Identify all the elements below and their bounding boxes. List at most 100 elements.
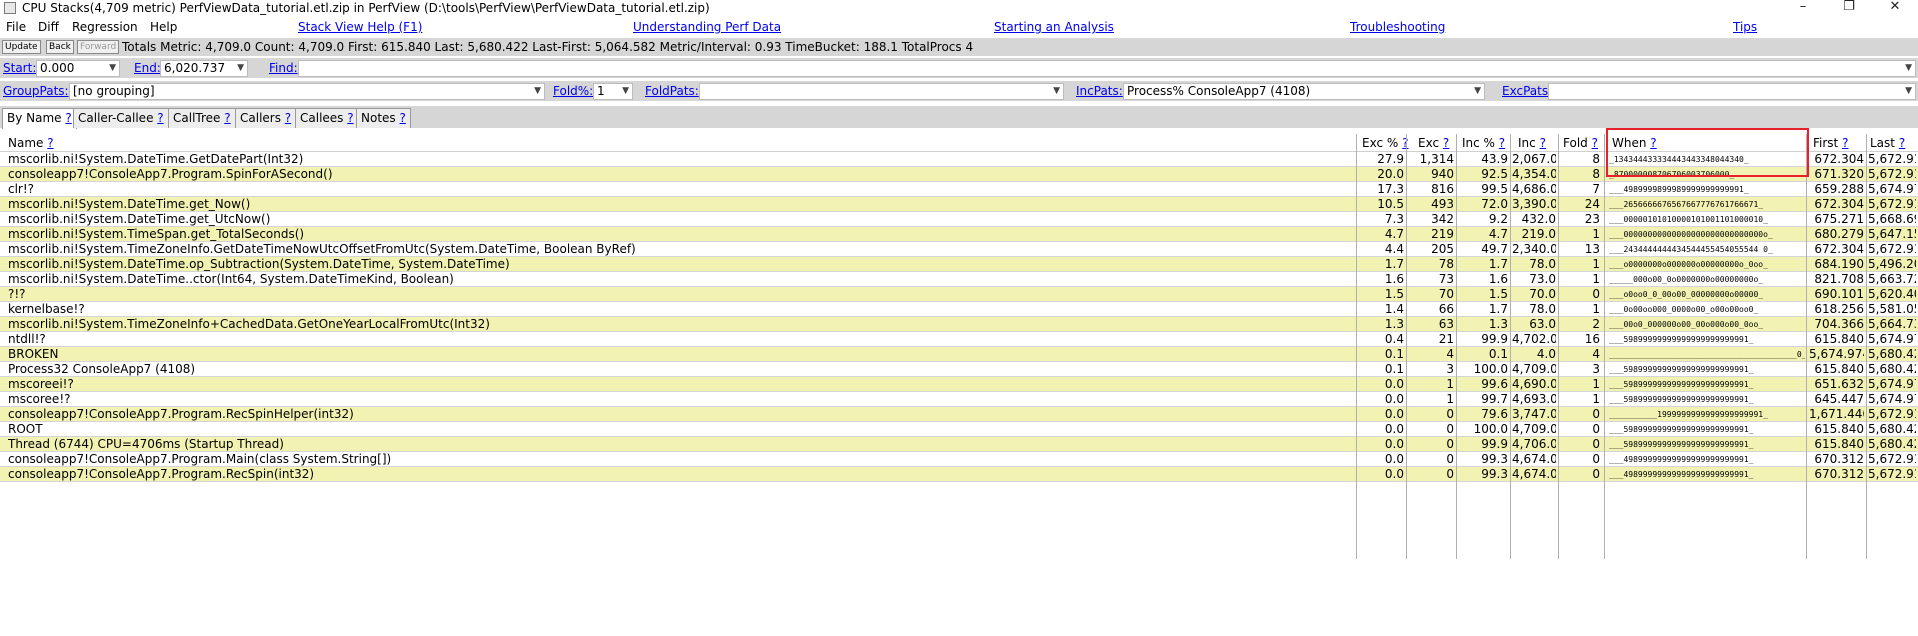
cell-name[interactable]: consoleapp7!ConsoleApp7.Program.SpinForA… (8, 167, 1353, 182)
column-header-exc[interactable]: Exc ? (1418, 136, 1449, 150)
grouppats-label[interactable]: GroupPats: (3, 84, 69, 98)
cell-name[interactable]: consoleapp7!ConsoleApp7.Program.RecSpin(… (8, 467, 1353, 482)
cell-name[interactable]: mscorlib.ni!System.DateTime.get_Now() (8, 197, 1353, 212)
tab-calltree[interactable]: CallTree ? (168, 108, 236, 128)
column-divider[interactable] (1806, 134, 1807, 559)
incpats-label[interactable]: IncPats: (1076, 84, 1123, 98)
table-row[interactable]: consoleapp7!ConsoleApp7.Program.Main(cla… (0, 452, 1918, 467)
table-row[interactable]: mscorlib.ni!System.TimeSpan.get_TotalSec… (0, 227, 1918, 242)
forward-button[interactable]: Forward (77, 40, 120, 54)
chevron-down-icon[interactable]: ▼ (109, 61, 116, 76)
tab-callees[interactable]: Callees ? (295, 108, 359, 128)
chevron-down-icon[interactable]: ▼ (237, 61, 244, 76)
tab-by-name[interactable]: By Name ? (2, 108, 77, 129)
cell-name[interactable]: Thread (6744) CPU=4706ms (Startup Thread… (8, 437, 1353, 452)
incpats-input[interactable]: Process% ConsoleApp7 (4108) ▼ (1123, 83, 1485, 100)
table-row[interactable]: Process32 ConsoleApp7 (4108) 0.1 3 100.0 4,7… (0, 362, 1918, 377)
cell-name[interactable]: Process32 ConsoleApp7 (4108) (8, 362, 1353, 377)
help-icon[interactable]: ? (47, 136, 53, 150)
chevron-down-icon[interactable]: ▼ (1053, 84, 1060, 99)
cell-name[interactable]: mscoreei!? (8, 377, 1353, 392)
cell-name[interactable]: clr!? (8, 182, 1353, 197)
menu-file[interactable]: File (6, 20, 26, 34)
excpats-label[interactable]: ExcPats: (1502, 84, 1552, 98)
table-row[interactable]: mscoreei!? 0.0 1 99.6 4,690.0 1 ___59899999999… (0, 377, 1918, 392)
tab-caller-callee[interactable]: Caller-Callee ? (73, 108, 169, 128)
column-divider[interactable] (1604, 134, 1605, 559)
cell-name[interactable]: mscorlib.ni!System.DateTime.op_Subtracti… (8, 257, 1353, 272)
help-icon[interactable]: ? (157, 111, 163, 125)
cell-name[interactable]: consoleapp7!ConsoleApp7.Program.RecSpinH… (8, 407, 1353, 422)
column-divider[interactable] (1866, 134, 1867, 559)
table-row[interactable]: consoleapp7!ConsoleApp7.Program.RecSpinH… (0, 407, 1918, 422)
tab-callers[interactable]: Callers ? (235, 108, 297, 128)
help-icon[interactable]: ? (1592, 136, 1598, 150)
start-label[interactable]: Start: (3, 61, 36, 75)
cell-name[interactable]: mscorlib.ni!System.DateTime.GetDatePart(… (8, 152, 1353, 167)
understanding-perf-data-link[interactable]: Understanding Perf Data (633, 20, 781, 34)
menu-diff[interactable]: Diff (38, 20, 59, 34)
menu-help[interactable]: Help (150, 20, 177, 34)
foldpats-label[interactable]: FoldPats: (645, 84, 699, 98)
column-header-name[interactable]: Name ? (8, 136, 54, 150)
help-icon[interactable]: ? (1443, 136, 1449, 150)
chevron-down-icon[interactable]: ▼ (1905, 84, 1912, 99)
update-button[interactable]: Update (2, 40, 41, 54)
end-label[interactable]: End: (134, 61, 161, 75)
cell-name[interactable]: mscorlib.ni!System.DateTime.get_UtcNow() (8, 212, 1353, 227)
fold-label[interactable]: Fold%: (553, 84, 593, 98)
fold-input[interactable]: 1 ▼ (593, 83, 633, 100)
cell-name[interactable]: mscorlib.ni!System.TimeSpan.get_TotalSec… (8, 227, 1353, 242)
troubleshooting-link[interactable]: Troubleshooting (1350, 20, 1445, 34)
back-button[interactable]: Back (46, 40, 74, 54)
column-header-last[interactable]: Last ? (1870, 136, 1905, 150)
column-header-inc[interactable]: Inc ? (1518, 136, 1546, 150)
column-header-fold[interactable]: Fold ? (1563, 136, 1598, 150)
menu-regression[interactable]: Regression (72, 20, 138, 34)
help-icon[interactable]: ? (1499, 136, 1505, 150)
cell-name[interactable]: BROKEN (8, 347, 1353, 362)
cell-name[interactable]: mscorlib.ni!System.TimeZoneInfo.GetDateT… (8, 242, 1353, 257)
table-row[interactable]: mscorlib.ni!System.TimeZoneInfo+CachedDa… (0, 317, 1918, 332)
find-input[interactable]: ▼ (298, 60, 1916, 77)
column-divider[interactable] (1558, 134, 1559, 559)
cell-name[interactable]: ROOT (8, 422, 1353, 437)
cell-name[interactable]: consoleapp7!ConsoleApp7.Program.Main(cla… (8, 452, 1353, 467)
column-divider[interactable] (1510, 134, 1511, 559)
table-row[interactable]: kernelbase!? 1.4 66 1.7 78.0 1 ___0o00oo000_00… (0, 302, 1918, 317)
table-row[interactable]: ntdll!? 0.4 21 99.9 4,702.0 16 ___598999999999… (0, 332, 1918, 347)
cell-name[interactable]: kernelbase!? (8, 302, 1353, 317)
table-row[interactable]: mscorlib.ni!System.DateTime.op_Subtracti… (0, 257, 1918, 272)
table-row[interactable]: consoleapp7!ConsoleApp7.Program.RecSpin(… (0, 467, 1918, 482)
chevron-down-icon[interactable]: ▼ (1474, 84, 1481, 99)
table-row[interactable]: mscorlib.ni!System.DateTime.get_UtcNow()… (0, 212, 1918, 227)
close-icon[interactable]: ✕ (1872, 0, 1918, 16)
help-icon[interactable]: ? (285, 111, 291, 125)
tips-link[interactable]: Tips (1733, 20, 1757, 34)
starting-analysis-link[interactable]: Starting an Analysis (994, 20, 1114, 34)
help-icon[interactable]: ? (1842, 136, 1848, 150)
column-header-exc-pct[interactable]: Exc % ? (1362, 136, 1409, 150)
stack-view-help-link[interactable]: Stack View Help (F1) (298, 20, 422, 34)
help-icon[interactable]: ? (347, 111, 353, 125)
table-row[interactable]: mscorlib.ni!System.TimeZoneInfo.GetDateT… (0, 242, 1918, 257)
find-label[interactable]: Find: (269, 61, 298, 75)
cell-name[interactable]: mscorlib.ni!System.DateTime..ctor(Int64,… (8, 272, 1353, 287)
table-row[interactable]: clr!? 17.3 816 99.5 4,686.0 7 ___4989999899989… (0, 182, 1918, 197)
excpats-input[interactable]: ▼ (1548, 83, 1916, 100)
help-icon[interactable]: ? (400, 111, 406, 125)
table-row[interactable]: ?!? 1.5 70 1.5 70.0 0 ___o0oo0_0_00o00_0000000… (0, 287, 1918, 302)
table-row[interactable]: mscoree!? 0.0 1 99.7 4,693.0 1 ___598999999999… (0, 392, 1918, 407)
chevron-down-icon[interactable]: ▼ (534, 84, 541, 99)
cell-name[interactable]: mscoree!? (8, 392, 1353, 407)
maximize-icon[interactable]: ❐ (1826, 0, 1872, 16)
table-row[interactable]: ROOT 0.0 0 100.0 4,709.0 0 ___5989999999999999… (0, 422, 1918, 437)
start-input[interactable]: 0.000 ▼ (36, 60, 120, 77)
column-divider[interactable] (1456, 134, 1457, 559)
table-row[interactable]: mscorlib.ni!System.DateTime.get_Now() 10.… (0, 197, 1918, 212)
help-icon[interactable]: ? (65, 111, 71, 125)
column-divider[interactable] (1406, 134, 1407, 559)
help-icon[interactable]: ? (1540, 136, 1546, 150)
help-icon[interactable]: ? (224, 111, 230, 125)
column-header-inc-pct[interactable]: Inc % ? (1462, 136, 1505, 150)
